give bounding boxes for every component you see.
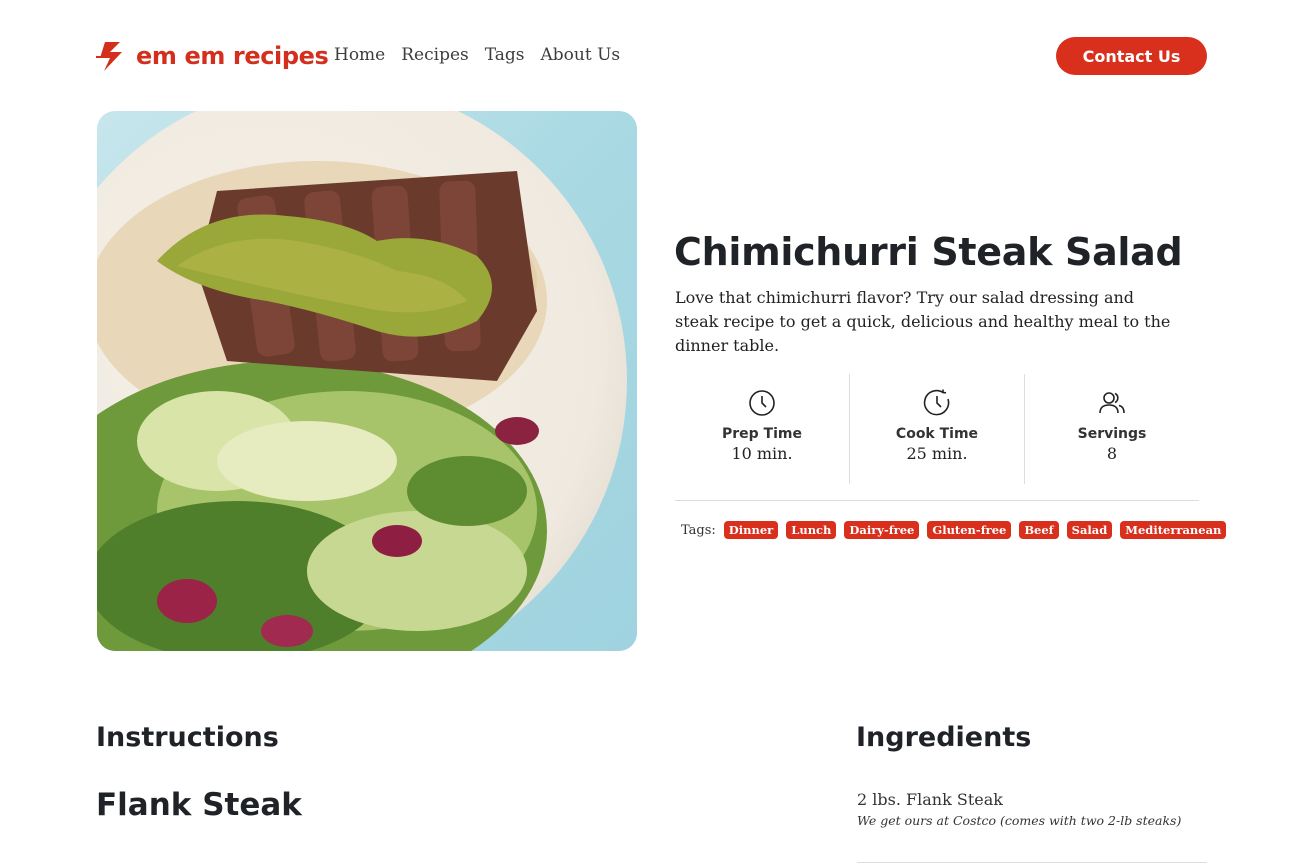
main-nav: Home Recipes Tags About Us bbox=[334, 45, 636, 65]
recipe-tags: Tags: Dinner Lunch Dairy-free Gluten-fre… bbox=[681, 521, 1234, 539]
nav-recipes[interactable]: Recipes bbox=[401, 45, 469, 65]
tag-dinner[interactable]: Dinner bbox=[723, 521, 779, 539]
nav-about-us[interactable]: About Us bbox=[541, 45, 621, 65]
tag-lunch[interactable]: Lunch bbox=[786, 521, 837, 539]
clock-icon bbox=[749, 390, 775, 416]
ingredients-heading: Ingredients bbox=[856, 722, 1032, 753]
brand-name: em em recipes bbox=[136, 42, 329, 70]
stat-prep-time: Prep Time 10 min. bbox=[675, 374, 849, 484]
ingredient-note: We get ours at Costco (comes with two 2-… bbox=[857, 813, 1182, 828]
ingredient-name: 2 lbs. Flank Steak bbox=[857, 790, 1003, 809]
brand-logo[interactable]: em em recipes bbox=[96, 38, 329, 74]
stat-label: Servings bbox=[1077, 426, 1147, 442]
stats-divider bbox=[675, 500, 1199, 501]
recipe-title: Chimichurri Steak Salad bbox=[674, 230, 1183, 274]
instructions-heading: Instructions bbox=[96, 722, 279, 753]
ingredient-divider bbox=[857, 862, 1207, 863]
tag-beef[interactable]: Beef bbox=[1019, 521, 1059, 539]
stat-value: 8 bbox=[1106, 444, 1118, 463]
recipe-description: Love that chimichurri flavor? Try our sa… bbox=[675, 288, 1171, 355]
timer-icon bbox=[923, 389, 950, 416]
logo-mark-icon bbox=[96, 42, 122, 71]
stat-value: 25 min. bbox=[906, 444, 968, 463]
stat-label: Prep Time bbox=[722, 426, 802, 442]
nav-tags[interactable]: Tags bbox=[485, 45, 525, 65]
stat-servings: Servings 8 bbox=[1024, 374, 1199, 484]
stat-label: Cook Time bbox=[895, 426, 979, 442]
nav-home[interactable]: Home bbox=[334, 45, 385, 65]
tag-mediterranean[interactable]: Mediterranean bbox=[1120, 521, 1227, 539]
stat-value: 10 min. bbox=[731, 444, 793, 463]
stat-cook-time: Cook Time 25 min. bbox=[849, 374, 1024, 484]
users-icon bbox=[1099, 392, 1125, 414]
recipe-photo bbox=[97, 111, 637, 651]
instruction-section-title: Flank Steak bbox=[96, 787, 302, 823]
tag-gluten-free[interactable]: Gluten-free bbox=[927, 521, 1012, 539]
salad-bowl-illustration bbox=[97, 111, 627, 651]
tag-salad[interactable]: Salad bbox=[1066, 521, 1113, 539]
contact-us-button[interactable]: Contact Us bbox=[1056, 37, 1207, 75]
tags-label: Tags: bbox=[681, 522, 716, 538]
recipe-stats: Prep Time 10 min. Cook Time 25 min. Serv… bbox=[675, 374, 1199, 484]
tag-dairy-free[interactable]: Dairy-free bbox=[844, 521, 920, 539]
